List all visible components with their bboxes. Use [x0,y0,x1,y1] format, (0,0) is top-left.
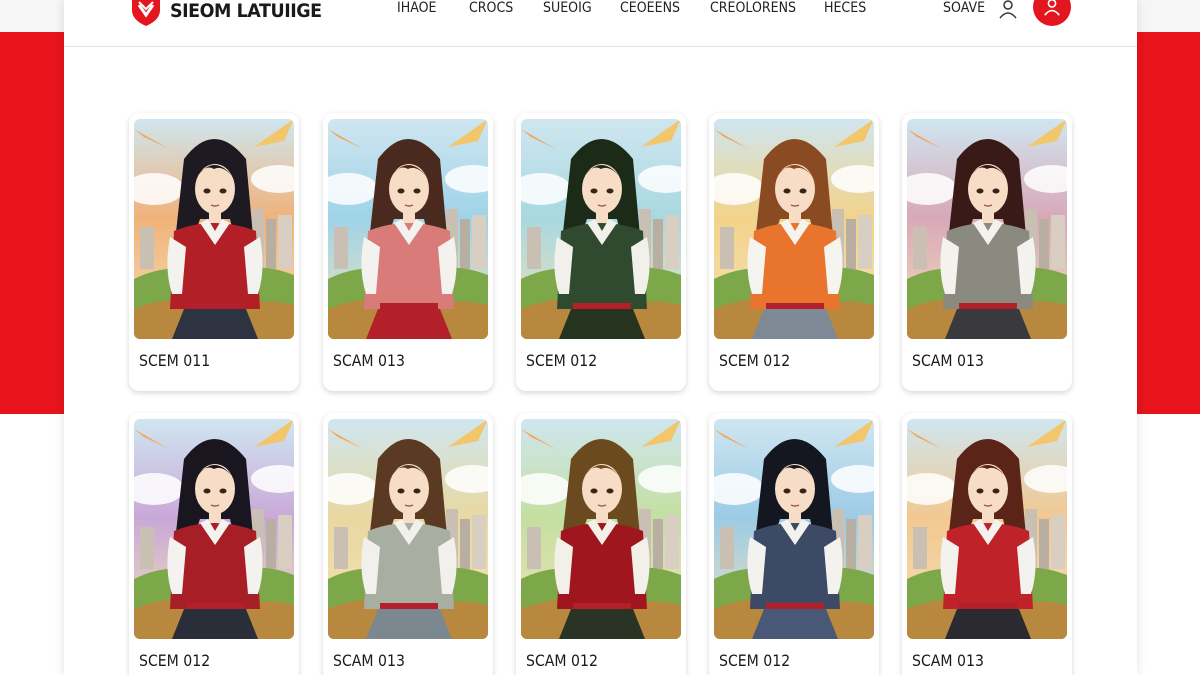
nav-item-1[interactable]: IHAOE [397,0,436,16]
card-title: SCEM 012 [526,351,598,370]
nav-item-6[interactable]: HECES [824,0,866,16]
card-title: SCAM 013 [333,351,405,370]
character-image [134,419,294,639]
brand-name: SIEOM LATUIIGE [170,0,322,22]
character-card[interactable]: SCAM 013 [902,413,1072,675]
card-title: SCEM 011 [139,351,211,370]
nav-item-5[interactable]: CREOLORENS [710,0,796,16]
character-card[interactable]: SCEM 012 [516,113,686,391]
card-title: SCAM 013 [333,651,405,670]
character-image [521,419,681,639]
character-image [714,419,874,639]
nav-item-2[interactable]: CROCS [469,0,513,16]
user-avatar-icon [1044,0,1060,16]
red-band-right [1137,32,1200,414]
character-image [521,119,681,339]
shield-logo-icon [132,0,160,26]
character-image [328,419,488,639]
card-title: SCEM 012 [719,351,791,370]
card-title: SCAM 013 [912,351,984,370]
avatar-button[interactable] [1033,0,1071,26]
brand-logo[interactable]: SIEOM LATUIIGE [130,0,335,26]
character-card[interactable]: SCAM 012 [516,413,686,675]
character-card[interactable]: SCAM 013 [323,413,493,675]
user-outline-icon[interactable] [998,0,1018,19]
character-card[interactable]: SCEM 012 [129,413,299,675]
nav-item-3[interactable]: SUEOIG [543,0,592,16]
card-title: SCEM 012 [719,651,791,670]
content-sheet: SIEOM LATUIIGE IHAOE CROCS SUEOIG CEOEEN… [64,0,1137,675]
character-card[interactable]: SCAM 013 [902,113,1072,391]
nav-item-4[interactable]: CEOEENS [620,0,680,16]
card-title: SCAM 013 [912,651,984,670]
character-card[interactable]: SCEM 012 [709,413,879,675]
character-image [134,119,294,339]
character-card[interactable]: SCEM 012 [709,113,879,391]
save-link[interactable]: SOAVE [943,0,985,16]
character-image [328,119,488,339]
character-image [907,119,1067,339]
card-title: SCAM 012 [526,651,598,670]
character-image [907,419,1067,639]
character-card[interactable]: SCAM 013 [323,113,493,391]
top-navigation-bar: SIEOM LATUIIGE IHAOE CROCS SUEOIG CEOEEN… [64,0,1137,47]
card-title: SCEM 012 [139,651,211,670]
character-card[interactable]: SCEM 011 [129,113,299,391]
character-image [714,119,874,339]
red-band-left [0,32,64,414]
